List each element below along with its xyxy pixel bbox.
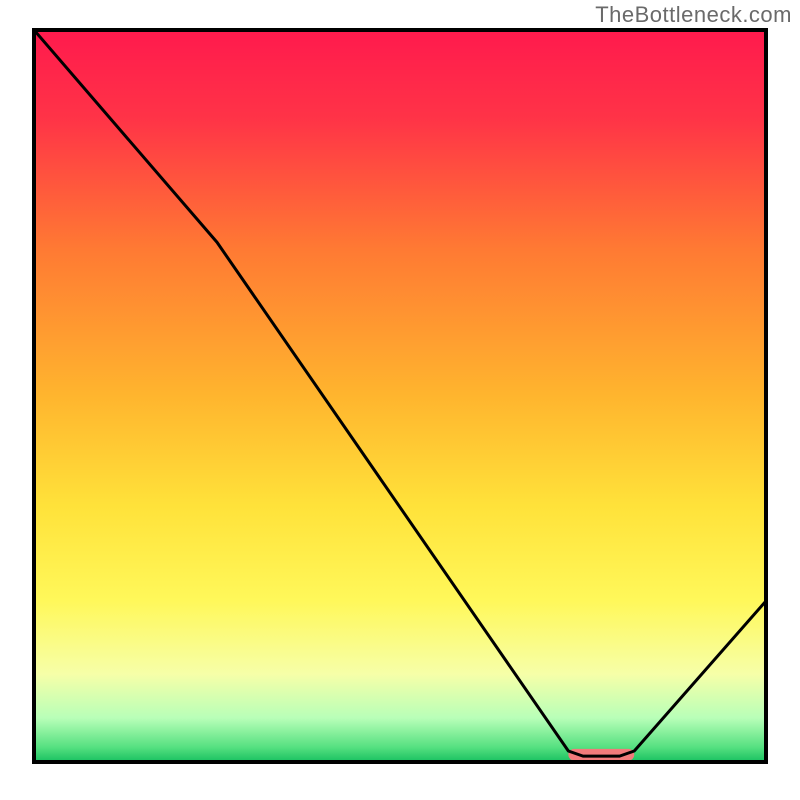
watermark-text: TheBottleneck.com: [595, 2, 792, 28]
bottleneck-chart: [0, 0, 800, 800]
plot-background: [34, 30, 766, 762]
chart-container: TheBottleneck.com: [0, 0, 800, 800]
